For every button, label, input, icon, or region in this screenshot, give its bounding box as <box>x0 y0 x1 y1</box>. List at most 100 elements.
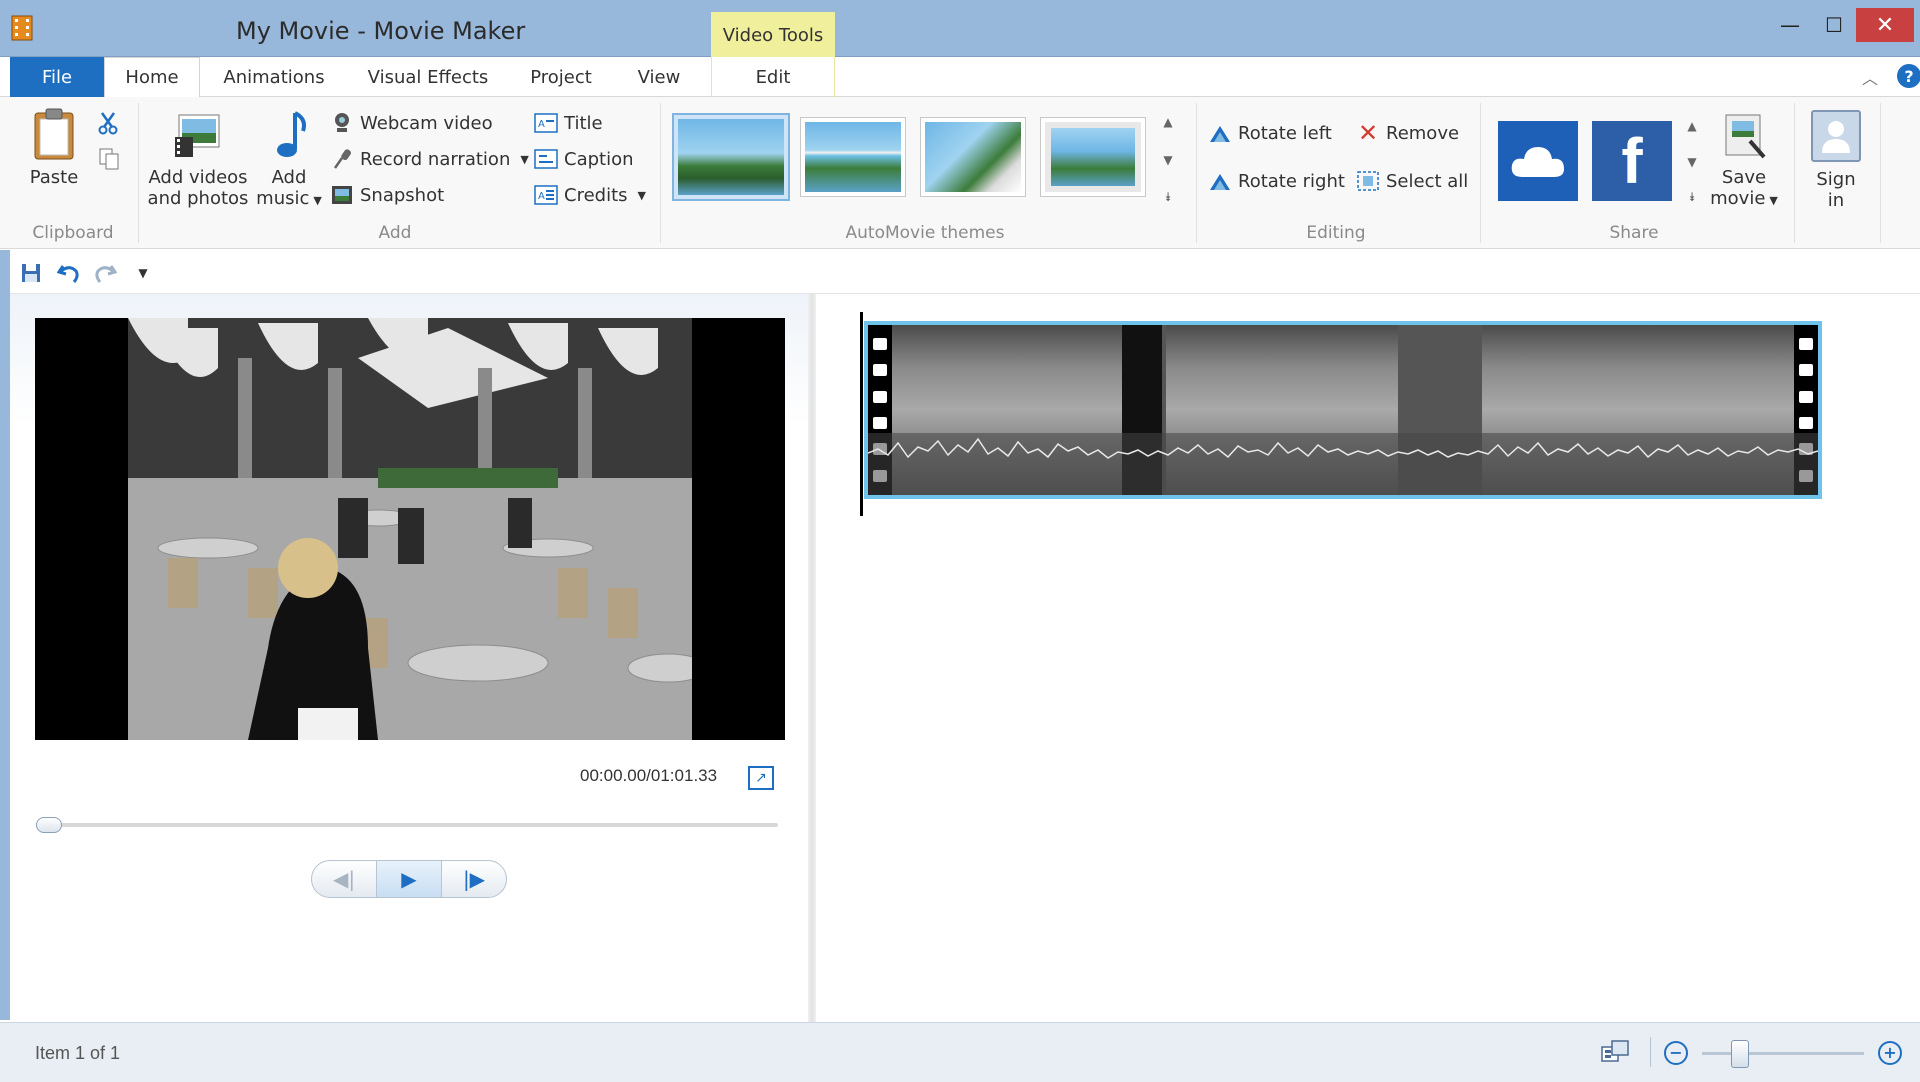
select-all-button[interactable]: Select all <box>1356 169 1468 193</box>
facebook-share-button[interactable]: f <box>1592 121 1672 201</box>
rotate-right-button[interactable]: Rotate right <box>1208 169 1345 193</box>
svg-text:A: A <box>538 191 545 202</box>
gallery-scroll-down-icon[interactable]: ▼ <box>1163 153 1172 167</box>
gallery-scroll-up-icon[interactable]: ▲ <box>1163 115 1172 129</box>
minimize-button[interactable]: — <box>1766 8 1814 42</box>
svg-text:A: A <box>538 119 545 130</box>
webcam-video-button[interactable]: Webcam video <box>330 111 493 135</box>
window-left-border <box>0 250 10 1020</box>
onedrive-share-button[interactable] <box>1498 121 1578 201</box>
group-separator <box>1196 103 1197 243</box>
automovie-themes-group-label: AutoMovie themes <box>845 223 1005 243</box>
add-music-label-line2: music ▼ <box>256 188 322 209</box>
sign-in-button[interactable]: Sign in <box>1808 109 1864 211</box>
group-separator <box>1880 103 1881 243</box>
microphone-icon <box>330 147 354 171</box>
redo-icon[interactable] <box>92 260 118 286</box>
close-button[interactable]: ✕ <box>1856 8 1914 42</box>
tab-file[interactable]: File <box>10 57 104 97</box>
add-videos-photos-icon <box>175 114 220 157</box>
sign-in-label-line1: Sign <box>1816 169 1856 190</box>
quick-access-toolbar: ▼ <box>0 250 1920 294</box>
copy-icon[interactable] <box>98 147 120 171</box>
snapshot-button[interactable]: Snapshot <box>330 183 444 207</box>
status-bar: Item 1 of 1 − + <box>0 1022 1920 1082</box>
snapshot-icon <box>330 183 354 207</box>
zoom-out-icon[interactable]: − <box>1664 1041 1688 1065</box>
ribbon-tab-row: File Home Animations Visual Effects Proj… <box>0 57 1920 98</box>
movie-maker-app-icon[interactable] <box>10 14 34 42</box>
pane-splitter[interactable] <box>808 294 816 1022</box>
add-videos-label-line1: Add videos <box>148 167 248 188</box>
tab-project[interactable]: Project <box>520 57 602 97</box>
tab-animations[interactable]: Animations <box>210 57 338 97</box>
caption-button[interactable]: Caption <box>534 147 634 171</box>
tab-visual-effects[interactable]: Visual Effects <box>358 57 498 97</box>
caption-label: Caption <box>564 148 634 170</box>
add-music-button[interactable]: Add music ▼ <box>256 109 322 211</box>
user-account-icon <box>1811 110 1861 162</box>
automovie-theme-3[interactable] <box>920 117 1026 197</box>
zoom-slider[interactable] <box>1702 1052 1864 1055</box>
add-music-label-line1: Add <box>271 167 307 188</box>
share-scroll-up-icon[interactable]: ▲ <box>1687 119 1696 133</box>
play-icon[interactable]: ▶ <box>376 861 442 897</box>
fullscreen-preview-icon[interactable]: ↗ <box>748 766 774 790</box>
credits-button[interactable]: A Credits ▼ <box>534 183 646 207</box>
tab-edit[interactable]: Edit <box>711 57 835 97</box>
title-icon: A <box>534 111 558 135</box>
rotate-right-icon <box>1208 169 1232 193</box>
thumbnail-size-icon[interactable] <box>1600 1039 1630 1065</box>
caption-icon <box>534 147 558 171</box>
tab-view[interactable]: View <box>626 57 692 97</box>
customize-toolbar-dropdown-icon[interactable]: ▼ <box>130 260 156 286</box>
seek-bar[interactable] <box>46 823 778 827</box>
storyboard-playhead[interactable] <box>860 312 863 516</box>
add-videos-and-photos-button[interactable]: Add videos and photos <box>146 111 250 209</box>
automovie-theme-4[interactable] <box>1040 117 1146 197</box>
automovie-theme-2[interactable] <box>800 117 906 197</box>
remove-button[interactable]: ✕ Remove <box>1356 119 1459 147</box>
rotate-left-button[interactable]: Rotate left <box>1208 121 1332 145</box>
maximize-button[interactable]: ☐ <box>1810 8 1858 42</box>
save-movie-button[interactable]: Save movie ▼ <box>1710 111 1778 211</box>
help-icon[interactable]: ? <box>1897 64 1920 88</box>
seek-bar-thumb[interactable] <box>36 817 62 833</box>
rotate-left-label: Rotate left <box>1238 122 1332 144</box>
paste-button[interactable]: Paste <box>26 107 82 188</box>
snapshot-label: Snapshot <box>360 184 445 206</box>
save-movie-icon <box>1725 114 1766 159</box>
share-gallery-scroll: ▲ ▼ ⯯ <box>1682 119 1702 205</box>
gallery-expand-icon[interactable]: ⯯ <box>1164 190 1171 205</box>
video-preview[interactable] <box>35 318 785 740</box>
share-scroll-down-icon[interactable]: ▼ <box>1687 155 1696 169</box>
title-button[interactable]: A Title <box>534 111 603 135</box>
clipboard-icon <box>34 108 74 160</box>
collapse-ribbon-icon[interactable]: ︿ <box>1862 65 1878 89</box>
record-narration-button[interactable]: Record narration ▼ <box>330 147 529 171</box>
webcam-icon <box>330 111 354 135</box>
audio-waveform <box>868 433 1818 495</box>
clipboard-group-label: Clipboard <box>32 223 114 243</box>
remove-x-icon: ✕ <box>1357 119 1379 147</box>
onedrive-cloud-icon <box>1511 147 1564 177</box>
add-videos-label-line2: and photos <box>147 188 249 209</box>
storyboard-video-clip[interactable] <box>864 321 1822 499</box>
record-narration-dropdown-icon[interactable]: ▼ <box>520 153 528 166</box>
window-title: My Movie - Movie Maker <box>236 17 526 45</box>
tab-home[interactable]: Home <box>104 57 200 98</box>
credits-dropdown-icon[interactable]: ▼ <box>638 189 646 202</box>
previous-frame-icon[interactable]: ◀︎| <box>312 861 376 897</box>
item-count-status: Item 1 of 1 <box>35 1043 121 1063</box>
share-expand-icon[interactable]: ⯯ <box>1688 190 1695 205</box>
theme-gallery-scroll: ▲ ▼ ⯯ <box>1158 115 1178 205</box>
video-tools-context-header: Video Tools <box>711 12 835 58</box>
undo-icon[interactable] <box>56 260 82 286</box>
zoom-in-icon[interactable]: + <box>1878 1041 1902 1065</box>
save-icon[interactable] <box>18 260 44 286</box>
zoom-slider-thumb[interactable] <box>1730 1040 1749 1068</box>
cut-icon[interactable] <box>98 111 118 135</box>
save-movie-label-line2: movie ▼ <box>1710 188 1778 209</box>
automovie-theme-1[interactable] <box>672 113 790 201</box>
next-frame-icon[interactable]: |▶ <box>442 861 506 897</box>
